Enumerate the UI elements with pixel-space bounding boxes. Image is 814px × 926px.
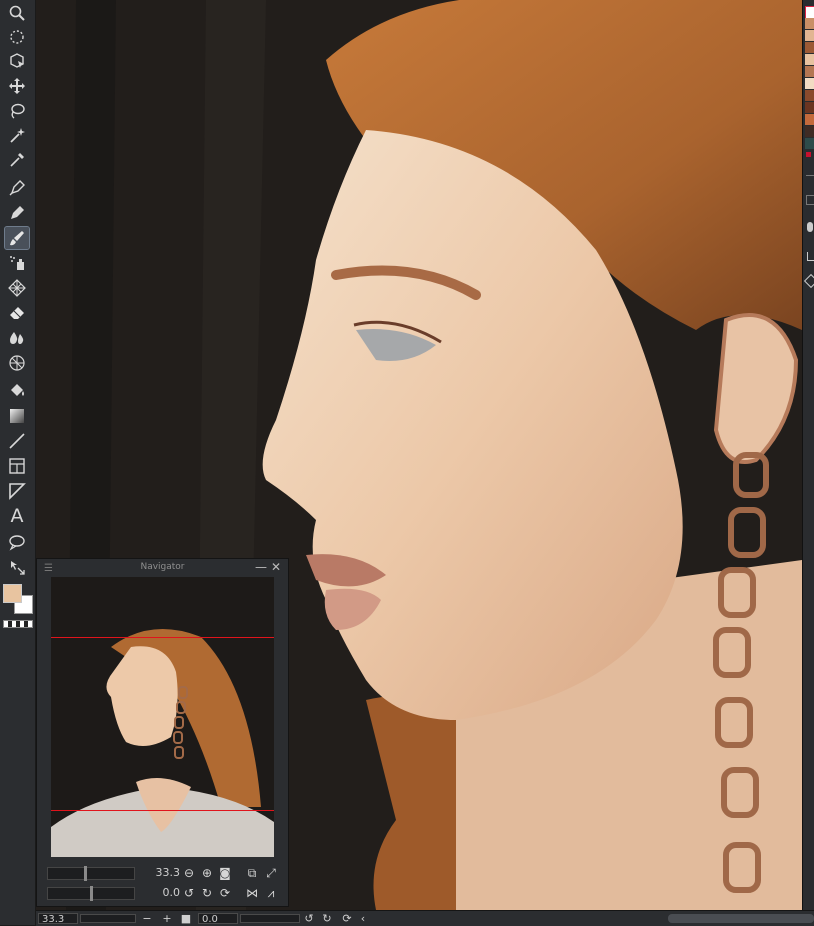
object-select-icon[interactable] xyxy=(5,50,29,72)
palette-swatch[interactable] xyxy=(805,42,814,53)
pen-icon[interactable] xyxy=(5,177,29,199)
palette-swatch[interactable] xyxy=(805,54,814,65)
zoom-icon[interactable] xyxy=(5,2,29,24)
subtool-icon[interactable] xyxy=(807,252,814,261)
decoration-icon[interactable] xyxy=(5,277,29,299)
ruler-icon[interactable] xyxy=(5,480,29,502)
palette-marker-icon xyxy=(806,152,811,157)
correct-line-icon[interactable] xyxy=(5,556,29,578)
zoom-value[interactable]: 33.3 xyxy=(144,866,181,879)
move-icon[interactable] xyxy=(5,75,29,97)
flip-vertical-icon[interactable]: ⩘ xyxy=(263,885,279,901)
rotate-left-icon[interactable]: ↺ xyxy=(181,885,197,901)
fit-icon[interactable]: ◙ xyxy=(217,865,233,881)
airbrush-icon[interactable] xyxy=(5,252,29,274)
eraser-icon[interactable] xyxy=(5,302,29,324)
palette-swatch[interactable] xyxy=(805,30,814,41)
fit-icon[interactable]: ■ xyxy=(179,911,193,926)
rotation-value[interactable]: 0.0 xyxy=(144,886,181,899)
transparent-color-swatch[interactable] xyxy=(3,620,33,628)
color-set-panel xyxy=(802,0,814,910)
subtool-icon[interactable] xyxy=(807,222,813,232)
palette-swatch[interactable] xyxy=(805,102,814,113)
minimize-icon[interactable]: — xyxy=(255,560,267,574)
eyedropper-icon[interactable] xyxy=(5,149,29,171)
panel-grip-icon xyxy=(806,175,814,176)
foreground-color-swatch[interactable] xyxy=(3,584,22,603)
brush-icon[interactable] xyxy=(4,226,30,250)
rotate-right-icon[interactable]: ↻ xyxy=(320,911,334,926)
statusbar-zoom-slider[interactable] xyxy=(80,914,136,923)
rotate-right-icon[interactable]: ↻ xyxy=(199,885,215,901)
tool-palette: A xyxy=(0,0,36,925)
palette-swatch[interactable] xyxy=(805,138,814,149)
zoom-in-icon[interactable]: + xyxy=(160,911,174,926)
navigator-titlebar[interactable]: ☰ Navigator — ✕ xyxy=(37,559,288,577)
subtool-icon[interactable] xyxy=(803,273,814,289)
navigator-preview[interactable] xyxy=(51,577,274,857)
statusbar-zoom-field[interactable]: 33.3 xyxy=(38,913,78,925)
palette-swatch[interactable] xyxy=(805,78,814,89)
blend-icon[interactable] xyxy=(5,327,29,349)
rotate-view-icon[interactable] xyxy=(5,26,29,48)
rotation-slider[interactable] xyxy=(47,886,135,901)
pencil-icon[interactable] xyxy=(5,202,29,224)
zoom-slider[interactable] xyxy=(47,866,135,881)
collapse-icon[interactable]: ‹ xyxy=(356,911,370,926)
palette-swatch[interactable] xyxy=(805,66,814,77)
magic-wand-icon[interactable] xyxy=(5,124,29,146)
navigator-viewport-frame[interactable] xyxy=(51,637,274,811)
navigator-title: Navigator xyxy=(140,562,185,572)
statusbar-rotation-slider[interactable] xyxy=(240,914,300,923)
zoom-in-icon[interactable]: ⊕ xyxy=(199,865,215,881)
palette-swatch[interactable] xyxy=(805,18,814,29)
statusbar-rotation-field[interactable]: 0.0 xyxy=(198,913,238,925)
reset-rotation-icon[interactable]: ⟳ xyxy=(340,911,354,926)
palette-swatch[interactable] xyxy=(805,90,814,101)
gradient-icon[interactable] xyxy=(5,405,29,427)
navigator-panel: ☰ Navigator — ✕ 33.3 ⊖ ⊕ ◙ ⧉ ⤢ 0.0 ↺ ↻ ⟳… xyxy=(36,558,289,907)
panel-tab-icon[interactable] xyxy=(806,195,814,205)
zoom-out-icon[interactable]: ⊖ xyxy=(181,865,197,881)
reset-rotation-icon[interactable]: ⟳ xyxy=(217,885,233,901)
frame-icon[interactable] xyxy=(5,455,29,477)
perspective-grid-icon[interactable] xyxy=(5,352,29,374)
status-bar: 33.3 − + ■ 0.0 ↺ ↻ ⟳ ‹ xyxy=(36,910,814,926)
fill-icon[interactable] xyxy=(5,380,29,402)
lasso-select-icon[interactable] xyxy=(5,100,29,122)
close-icon[interactable]: ✕ xyxy=(271,560,281,574)
navigator-rotation-row: 0.0 ↺ ↻ ⟳ ⋈ ⩘ xyxy=(44,884,281,902)
fullscreen-icon[interactable]: ⤢ xyxy=(263,865,279,881)
text-icon[interactable]: A xyxy=(5,505,29,527)
balloon-icon[interactable] xyxy=(5,531,29,553)
navigator-zoom-row: 33.3 ⊖ ⊕ ◙ ⧉ ⤢ xyxy=(44,864,281,882)
flip-horizontal-icon[interactable]: ⋈ xyxy=(244,885,260,901)
horizontal-scrollbar[interactable] xyxy=(668,914,814,923)
palette-swatch[interactable] xyxy=(805,126,814,137)
line-icon[interactable] xyxy=(5,430,29,452)
zoom-out-icon[interactable]: − xyxy=(140,911,154,926)
actual-size-icon[interactable]: ⧉ xyxy=(244,865,260,881)
palette-swatch[interactable] xyxy=(805,114,814,125)
rotate-left-icon[interactable]: ↺ xyxy=(302,911,316,926)
